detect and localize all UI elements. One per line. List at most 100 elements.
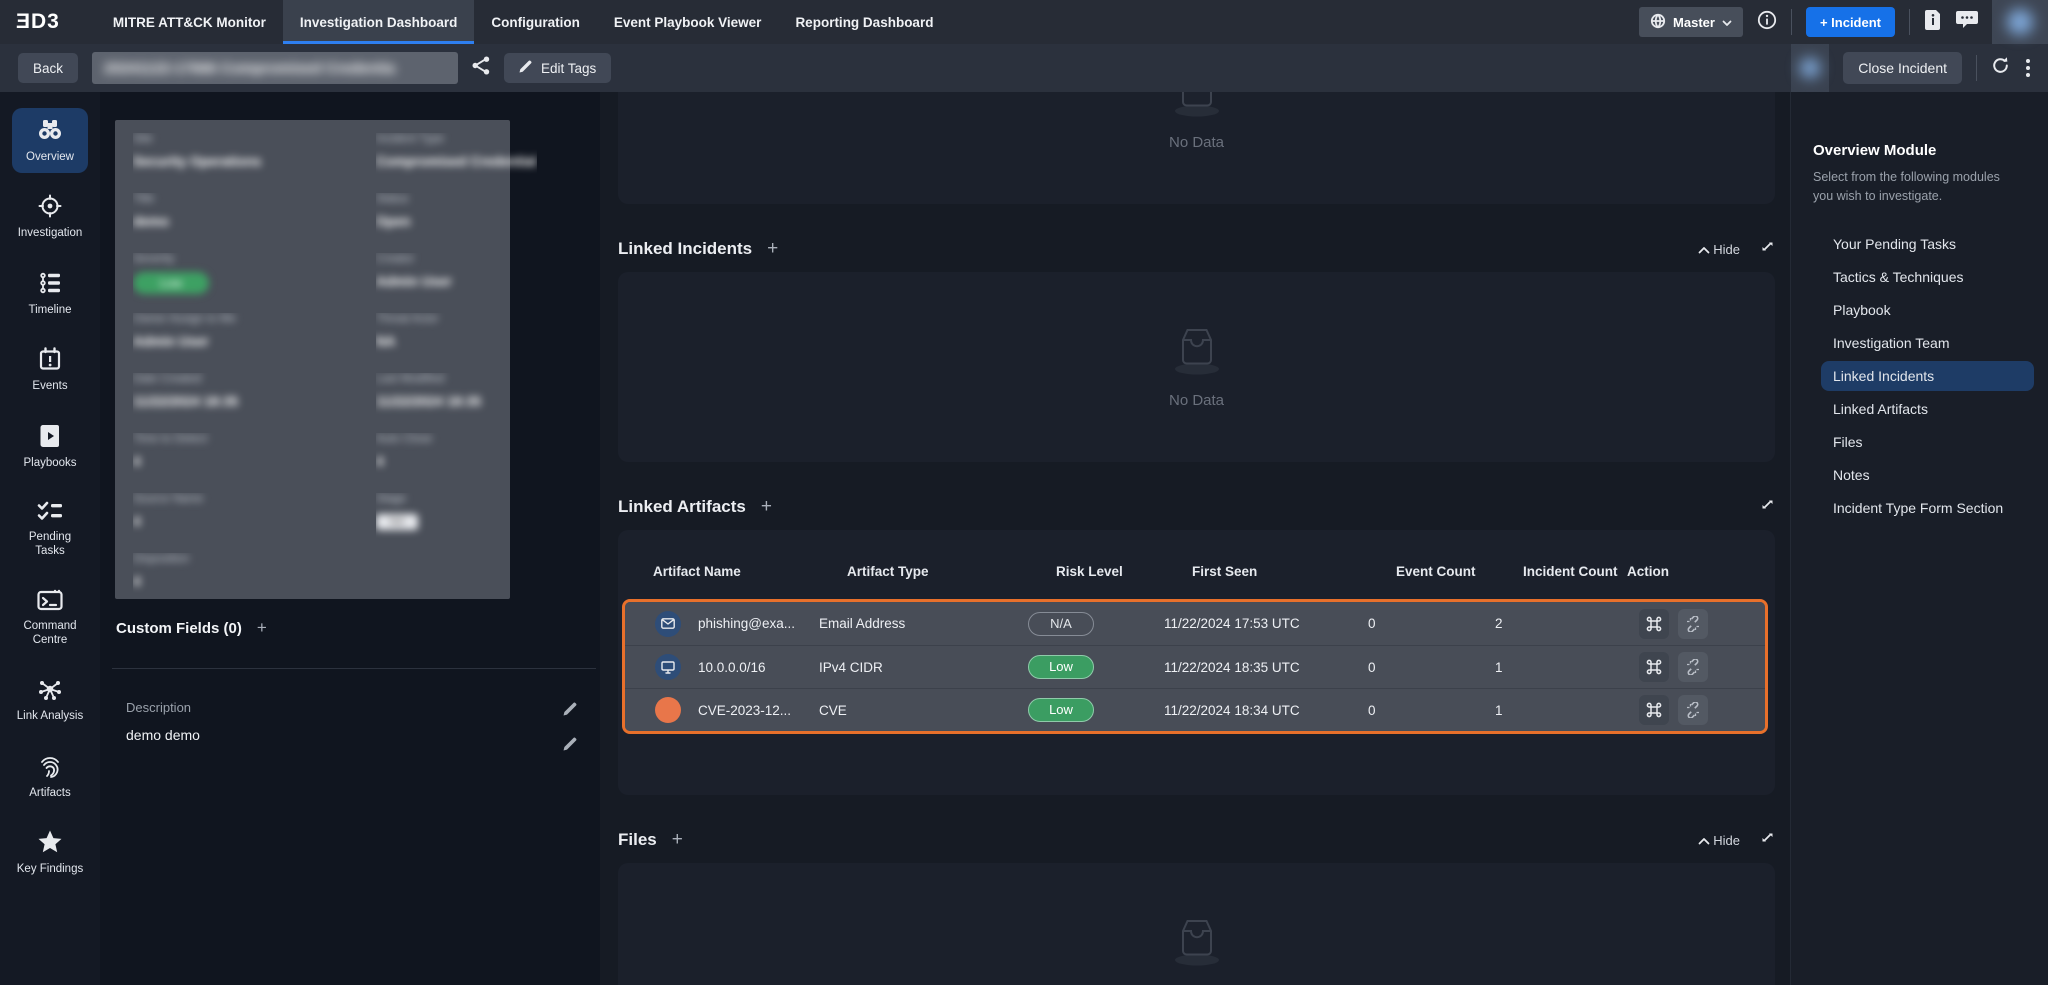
description-block: Description demo demo: [126, 700, 540, 743]
files-card: No Data: [618, 863, 1775, 985]
sidebar-item-link-analysis[interactable]: Link Analysis: [12, 667, 88, 732]
description-label: Description: [126, 700, 540, 715]
app-root: ƎD3 MITRE ATT&CK Monitor Investigation D…: [0, 0, 2048, 985]
module-item-notes[interactable]: Notes: [1821, 460, 2034, 490]
col-risk-level: Risk Level: [1056, 564, 1192, 579]
add-linked-incident-button[interactable]: +: [767, 238, 778, 260]
module-item-linked-artifacts[interactable]: Linked Artifacts: [1821, 394, 2034, 424]
new-incident-button[interactable]: + Incident: [1806, 7, 1895, 37]
tab-event-playbook-viewer[interactable]: Event Playbook Viewer: [597, 0, 779, 44]
custom-fields-label: Custom Fields (0): [116, 620, 242, 637]
avatar-image-blurred: [1800, 58, 1820, 78]
overview-modules-scroll-area[interactable]: No Data Linked Incidents + Hide: [600, 92, 1790, 985]
unlink-artifact-button[interactable]: [1678, 652, 1708, 682]
module-item-playbook[interactable]: Playbook: [1821, 295, 2034, 325]
artifact-name[interactable]: phishing@exa...: [698, 616, 795, 631]
module-item-your-pending-tasks[interactable]: Your Pending Tasks: [1821, 229, 2034, 259]
chat-icon[interactable]: [1956, 10, 1978, 35]
sidebar-item-timeline[interactable]: Timeline: [12, 261, 88, 326]
tab-reporting-dashboard[interactable]: Reporting Dashboard: [778, 0, 950, 44]
top-navbar: ƎD3 MITRE ATT&CK Monitor Investigation D…: [0, 0, 2048, 44]
linked-artifacts-header: Linked Artifacts +: [618, 496, 1775, 518]
files-title: Files: [618, 830, 657, 850]
module-item-linked-incidents[interactable]: Linked Incidents: [1821, 361, 2034, 391]
divider: [112, 668, 596, 669]
master-dropdown[interactable]: Master: [1639, 7, 1743, 37]
user-avatar[interactable]: [1992, 0, 2048, 44]
hide-linked-incidents-button[interactable]: Hide: [1698, 242, 1740, 257]
divider: [1791, 9, 1792, 35]
risk-badge: N/A: [1028, 612, 1094, 636]
terminal-icon: [37, 589, 63, 611]
incident-title-redacted: 20241122-17666 Compromised Credentia: [92, 52, 458, 84]
hide-files-button[interactable]: Hide: [1698, 833, 1740, 848]
tab-mitre-attck-monitor[interactable]: MITRE ATT&CK Monitor: [96, 0, 283, 44]
linked-incidents-card: No Data: [618, 272, 1775, 462]
sidebar-item-key-findings[interactable]: Key Findings: [12, 820, 88, 885]
sidebar-item-overview[interactable]: Overview: [12, 108, 88, 173]
pencil-icon: [519, 60, 532, 76]
artifact-type: IPv4 CIDR: [819, 660, 1028, 675]
module-item-files[interactable]: Files: [1821, 427, 2034, 457]
table-row[interactable]: CVE-2023-12... CVE Low 11/22/2024 18:34 …: [625, 688, 1765, 731]
navbar-right-cluster: Master + Incident: [1639, 0, 2048, 44]
custom-fields-row: Custom Fields (0) +: [116, 618, 267, 638]
module-sidebar: Overview Investigation Timeline Events P…: [0, 92, 100, 985]
edit-description-icon[interactable]: [563, 702, 577, 721]
d3-logo: ƎD3: [16, 10, 60, 34]
expand-linked-incidents-icon[interactable]: [1760, 239, 1775, 259]
calendar-alert-icon: [38, 347, 62, 371]
first-seen: 11/22/2024 18:35 UTC: [1164, 660, 1368, 675]
col-event-count: Event Count: [1396, 564, 1523, 579]
back-button[interactable]: Back: [18, 53, 78, 83]
module-item-incident-type-form-section[interactable]: Incident Type Form Section: [1821, 493, 2034, 523]
sidebar-item-investigation[interactable]: Investigation: [12, 184, 88, 249]
artifact-name[interactable]: CVE-2023-12...: [698, 703, 791, 718]
star-icon: [37, 830, 63, 854]
module-item-tactics-techniques[interactable]: Tactics & Techniques: [1821, 262, 2034, 292]
edit-description-text-icon[interactable]: [563, 737, 577, 756]
more-actions-menu-icon[interactable]: [2024, 57, 2032, 79]
severity-badge: Low: [133, 272, 209, 294]
close-incident-button[interactable]: Close Incident: [1843, 52, 1962, 84]
incident-fields-card-redacted: SiteSecurity Operations Titledemo Severi…: [115, 120, 510, 599]
table-row[interactable]: 10.0.0.0/16 IPv4 CIDR Low 11/22/2024 18:…: [625, 645, 1765, 688]
incident-count: 1: [1495, 660, 1599, 675]
module-item-investigation-team[interactable]: Investigation Team: [1821, 328, 2034, 358]
empty-inbox-icon: [1166, 92, 1228, 122]
tab-investigation-dashboard[interactable]: Investigation Dashboard: [283, 0, 475, 44]
sidebar-item-command-centre[interactable]: Command Centre: [12, 579, 88, 657]
edit-tags-button[interactable]: Edit Tags: [504, 53, 611, 83]
share-icon[interactable]: [472, 56, 490, 80]
chevron-down-icon: [1722, 15, 1732, 30]
artifact-name[interactable]: 10.0.0.0/16: [698, 660, 766, 675]
info-icon[interactable]: [1757, 10, 1777, 35]
stage-badge: NA: [376, 514, 418, 530]
sidebar-item-pending-tasks[interactable]: Pending Tasks: [12, 490, 88, 568]
refresh-icon[interactable]: [1991, 56, 2010, 80]
chevron-up-icon: [1698, 242, 1710, 257]
sidebar-item-artifacts[interactable]: Artifacts: [12, 744, 88, 809]
unlink-artifact-button[interactable]: [1678, 609, 1708, 639]
utility-commands-button[interactable]: [1639, 609, 1669, 639]
sidebar-item-playbooks[interactable]: Playbooks: [12, 414, 88, 479]
col-incident-count: Incident Count: [1523, 564, 1627, 579]
release-notes-icon[interactable]: [1924, 10, 1942, 35]
tab-configuration[interactable]: Configuration: [474, 0, 596, 44]
sidebar-item-events[interactable]: Events: [12, 337, 88, 402]
cve-artifact-icon: [655, 697, 681, 723]
assignee-avatar[interactable]: [1791, 44, 1829, 92]
table-row[interactable]: phishing@exa... Email Address N/A 11/22/…: [625, 602, 1765, 645]
unlink-artifact-button[interactable]: [1678, 695, 1708, 725]
overview-module-title: Overview Module: [1813, 142, 2034, 159]
crosshair-icon: [38, 194, 62, 218]
utility-commands-button[interactable]: [1639, 652, 1669, 682]
add-custom-field-button[interactable]: +: [257, 618, 267, 638]
add-linked-artifact-button[interactable]: +: [761, 496, 772, 518]
nav-tabs: MITRE ATT&CK Monitor Investigation Dashb…: [96, 0, 951, 44]
expand-linked-artifacts-icon[interactable]: [1760, 497, 1775, 517]
expand-files-icon[interactable]: [1760, 830, 1775, 850]
add-file-button[interactable]: +: [672, 829, 683, 851]
linked-incidents-header: Linked Incidents + Hide: [618, 238, 1775, 260]
utility-commands-button[interactable]: [1639, 695, 1669, 725]
